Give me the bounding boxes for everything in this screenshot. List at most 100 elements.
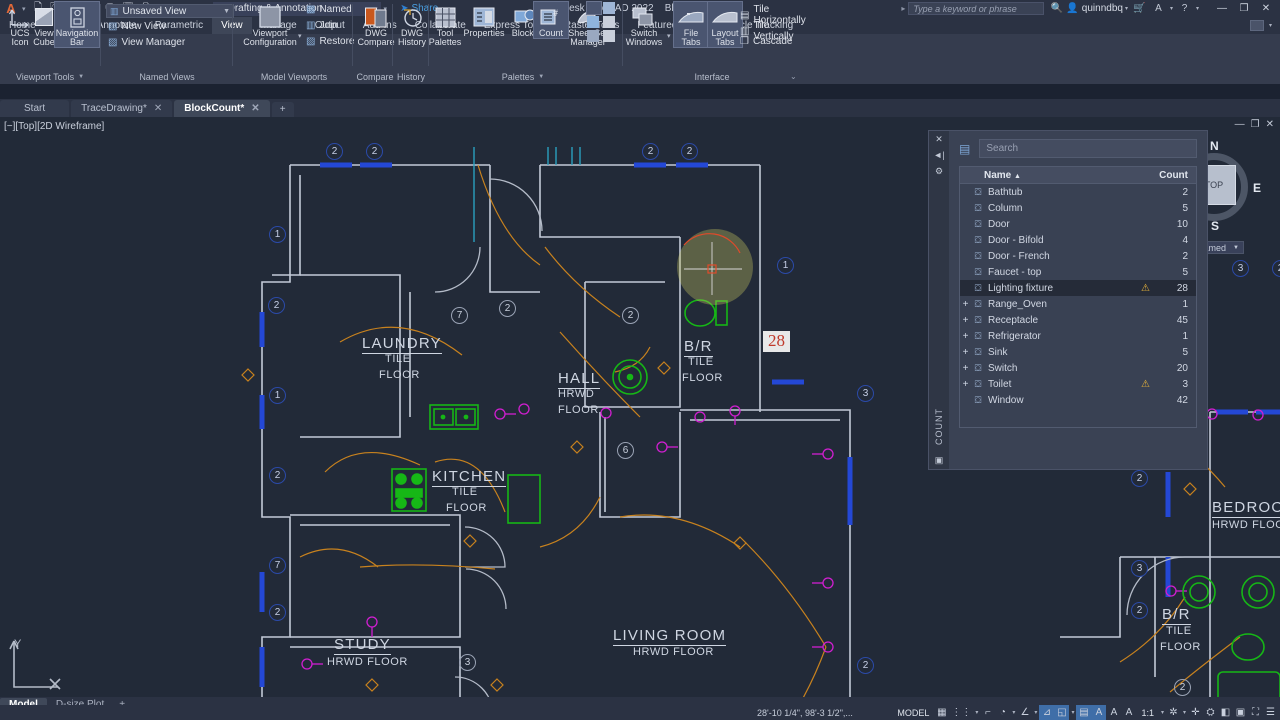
- expand-toggle[interactable]: +: [960, 379, 971, 390]
- file-tab-blockcount[interactable]: BlockCount* ✕: [174, 100, 270, 117]
- minimize-button[interactable]: —: [1211, 1, 1233, 17]
- table-row[interactable]: + ⛋ Refrigerator 1: [960, 328, 1196, 344]
- viewport-join-button[interactable]: ▥ Join: [306, 20, 338, 31]
- view-cube-south-label[interactable]: S: [1211, 219, 1219, 233]
- tool-palettes-button[interactable]: Tool Palettes: [428, 2, 462, 47]
- table-row[interactable]: ⛋ Door - Bifold 4: [960, 232, 1196, 248]
- window-tag[interactable]: 3: [857, 385, 874, 402]
- view-cube-north-label[interactable]: N: [1210, 139, 1219, 153]
- annotation-monitor-icon[interactable]: ◧: [1218, 705, 1233, 720]
- new-file-tab-button[interactable]: +: [271, 102, 294, 117]
- window-tag[interactable]: 2: [857, 657, 874, 674]
- user-account[interactable]: 👤 quinndbq: [1066, 3, 1123, 14]
- close-icon[interactable]: ✕: [935, 135, 943, 144]
- close-icon[interactable]: ✕: [154, 103, 162, 114]
- table-row-selected[interactable]: ⛋ Lighting fixture ⚠ 28: [960, 280, 1196, 296]
- window-tag[interactable]: 2: [269, 604, 286, 621]
- quick-calc-icon[interactable]: [603, 16, 615, 28]
- annotation-scale-button[interactable]: 1:1: [1136, 705, 1159, 720]
- isolate-objects-icon[interactable]: ✛: [1188, 705, 1203, 720]
- window-tag[interactable]: 1: [269, 387, 286, 404]
- help-search[interactable]: ▸ Type a keyword or phrase 🔍: [901, 1, 1066, 16]
- lineweight-toggle[interactable]: ▤: [1076, 705, 1092, 720]
- expand-toggle[interactable]: +: [960, 363, 971, 374]
- workspace-switching-icon[interactable]: ✲: [1166, 705, 1181, 720]
- object-snap-toggle[interactable]: ⊿: [1039, 705, 1055, 720]
- warning-icon[interactable]: ⚠: [1141, 379, 1156, 390]
- markup-set-manager-icon[interactable]: [587, 16, 599, 28]
- switch-windows-dropdown-icon[interactable]: ▾: [667, 32, 671, 40]
- layout-tabs-button[interactable]: Layout Tabs: [707, 1, 743, 48]
- door-tag[interactable]: 2: [499, 300, 516, 317]
- door-tag[interactable]: 2: [622, 307, 639, 324]
- viewport-configuration-button[interactable]: Viewport Configuration: [243, 2, 297, 47]
- interface-panel-expander-icon[interactable]: ⌄: [790, 72, 797, 81]
- selection-cycling-toggle[interactable]: A: [1106, 705, 1121, 720]
- close-icon[interactable]: ✕: [251, 103, 259, 114]
- file-tab-start[interactable]: Start: [0, 100, 70, 117]
- named-view-combo[interactable]: ▥ Unsaved View ▼: [106, 4, 234, 18]
- file-tab-tracedrawing[interactable]: TraceDrawing* ✕: [71, 100, 173, 117]
- window-tag[interactable]: 2: [1131, 470, 1148, 487]
- cascade-button[interactable]: ❐ Cascade: [740, 36, 792, 47]
- view-manager-button[interactable]: ▨ View Manager: [108, 37, 185, 48]
- autodesk-store-icon[interactable]: 🛒: [1130, 1, 1149, 16]
- table-row[interactable]: + ⛋ Toilet ⚠ 3: [960, 376, 1196, 392]
- count-button[interactable]: # Count: [533, 1, 569, 39]
- close-button[interactable]: ✕: [1255, 1, 1277, 17]
- expand-toggle[interactable]: +: [960, 331, 971, 342]
- units-icon[interactable]: ▣: [1233, 705, 1248, 720]
- hardware-acceleration-icon[interactable]: ⛭: [1203, 705, 1218, 720]
- door-tag[interactable]: 3: [459, 654, 476, 671]
- restore-button[interactable]: ❐: [1233, 1, 1255, 17]
- window-tag[interactable]: 2: [642, 143, 659, 160]
- expand-toggle[interactable]: +: [960, 299, 971, 310]
- door-tag[interactable]: 2: [1174, 679, 1191, 696]
- clean-screen-icon[interactable]: ⛶: [1248, 705, 1263, 720]
- navigation-bar-button[interactable]: Navigation Bar: [54, 1, 100, 48]
- snap-mode-toggle[interactable]: ⋮⋮: [949, 705, 973, 720]
- window-tag[interactable]: 3: [1131, 560, 1148, 577]
- window-tag[interactable]: 2: [269, 467, 286, 484]
- column-header-count[interactable]: Count: [1152, 170, 1196, 181]
- count-table[interactable]: Name ▲ Count ⛋ Bathtub 2 ⛋ Column 5 ⛋ Do…: [959, 166, 1197, 428]
- dynamic-ucs-toggle[interactable]: ◱: [1054, 705, 1070, 720]
- osnap-track-dropdown-icon[interactable]: ▾: [1032, 709, 1039, 716]
- properties-button[interactable]: Properties: [458, 2, 510, 38]
- workspace-dropdown-icon[interactable]: ▾: [1181, 709, 1188, 716]
- insert-count-table-icon[interactable]: ▤: [959, 142, 970, 156]
- design-center-icon[interactable]: [586, 1, 602, 15]
- window-tag[interactable]: 1: [269, 226, 286, 243]
- window-tag[interactable]: 3: [1232, 260, 1249, 277]
- window-tag[interactable]: 7: [269, 557, 286, 574]
- layer-palette-icon[interactable]: [587, 30, 599, 42]
- table-row[interactable]: + ⛋ Receptacle 45: [960, 312, 1196, 328]
- warning-icon[interactable]: ⚠: [1141, 283, 1156, 294]
- search-icon[interactable]: 🔍: [1047, 1, 1066, 16]
- expand-toggle[interactable]: +: [960, 347, 971, 358]
- viewport-restore-button[interactable]: ▨ Restore: [306, 36, 354, 47]
- count-palette[interactable]: ✕ ◄| ⚙ COUNT ▣ ▤ Name ▲ Count: [928, 130, 1208, 470]
- transparency-toggle[interactable]: A: [1091, 705, 1107, 720]
- door-tag[interactable]: 6: [617, 442, 634, 459]
- polar-dropdown-icon[interactable]: ▾: [1010, 709, 1017, 716]
- view-cube-east-label[interactable]: E: [1253, 181, 1261, 195]
- viewport-named-button[interactable]: ▩ Named: [306, 4, 352, 15]
- table-row[interactable]: ⛋ Faucet - top 5: [960, 264, 1196, 280]
- ribbon-minimize-control[interactable]: ▾: [1249, 17, 1280, 34]
- table-row[interactable]: ⛋ Column 5: [960, 200, 1196, 216]
- window-tag[interactable]: 2: [1131, 602, 1148, 619]
- osnap-dropdown-icon[interactable]: ▾: [1069, 709, 1076, 716]
- window-tag[interactable]: 2: [326, 143, 343, 160]
- window-tag[interactable]: 2: [268, 297, 285, 314]
- new-view-button[interactable]: ▧ New View: [108, 21, 166, 32]
- file-tabs-button[interactable]: File Tabs: [673, 1, 709, 48]
- help-dropdown-icon[interactable]: ▾: [1194, 5, 1201, 12]
- ortho-mode-toggle[interactable]: ⌐: [980, 705, 995, 720]
- snap-dropdown-icon[interactable]: ▾: [973, 709, 980, 716]
- text-style-dropdown-icon[interactable]: ▾: [1168, 5, 1175, 12]
- window-tag[interactable]: 2: [681, 143, 698, 160]
- viewport-config-dropdown-icon[interactable]: ▾: [298, 32, 302, 40]
- ribbon-state-dropdown-icon[interactable]: ▾: [1267, 22, 1274, 29]
- palette-dock-icon[interactable]: ▣: [935, 456, 944, 465]
